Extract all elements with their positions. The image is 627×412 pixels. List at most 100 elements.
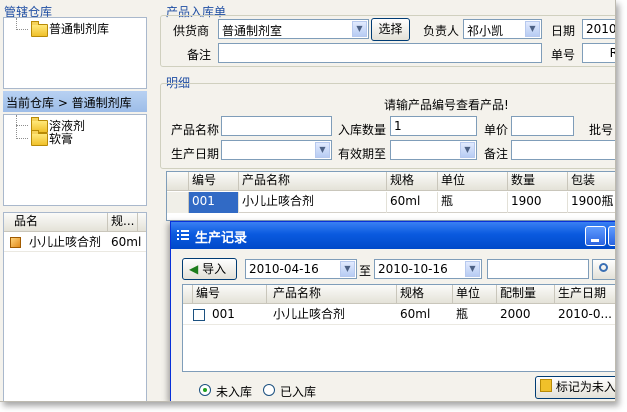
tree-item-ointment[interactable]: 软膏 — [49, 130, 73, 147]
app-window: 管辖仓库 普通制剂库 当前仓库 > 普通制剂库 溶液剂 软膏 品名 规... 小… — [0, 0, 616, 402]
date-label: 日期 — [551, 24, 576, 38]
production-record-dialog: 生产记录 ◀ 导入 2010-04-16 ▼ 至 2010-10-16 ▼ 编号 — [170, 221, 615, 401]
mark-not-in-button[interactable]: 标记为未入 — [535, 376, 615, 399]
column-header-name[interactable]: 品名 — [4, 213, 108, 231]
remark-field[interactable] — [511, 140, 615, 160]
column-header-mfg-date[interactable]: 生产日期 — [555, 285, 615, 303]
maximize-button[interactable] — [608, 226, 615, 246]
date-to-combo[interactable]: 2010-10-16 ▼ — [374, 259, 482, 279]
date-from-value: 2010-04-16 — [249, 262, 319, 276]
row-selector[interactable] — [167, 192, 189, 213]
tree-line — [16, 138, 28, 139]
column-header-code[interactable]: 编号 — [193, 285, 267, 303]
person-combo[interactable]: 祁小凯 ▼ — [463, 19, 542, 39]
cell-product[interactable]: 小儿止咳合剂 — [239, 192, 387, 213]
tag-icon — [540, 379, 552, 392]
list-icon — [177, 229, 189, 241]
radio-dot — [203, 388, 207, 392]
search-button[interactable] — [592, 259, 615, 280]
column-header-spec[interactable]: 规... — [108, 213, 138, 231]
order-field[interactable]: R — [582, 43, 615, 63]
column-header-product[interactable]: 产品名称 — [267, 285, 397, 303]
person-label: 负责人 — [423, 24, 460, 38]
table-row[interactable]: 小儿止咳合剂 60ml — [4, 233, 146, 252]
tree-line — [16, 115, 17, 139]
radio-not-in-label[interactable]: 未入库 — [216, 383, 252, 400]
supplier-value: 普通制剂室 — [222, 24, 283, 38]
cell-package[interactable]: 1900瓶 — [568, 192, 615, 213]
tree-item-warehouse[interactable]: 普通制剂库 — [49, 20, 109, 37]
cell-mfg-date: 2010-0... — [558, 307, 612, 321]
mfg-date-combo[interactable]: ▼ — [221, 140, 332, 160]
mfg-date-label: 生产日期 — [171, 147, 220, 161]
column-header-code[interactable]: 编号 — [189, 172, 239, 190]
cell-name: 小儿止咳合剂 — [29, 235, 102, 249]
folder-icon — [31, 21, 48, 37]
chevron-down-icon[interactable]: ▼ — [352, 21, 367, 37]
tree-line — [16, 125, 28, 126]
minimize-icon — [591, 239, 599, 242]
cell-code: 001 — [212, 307, 235, 321]
date-field[interactable]: 2010- — [582, 19, 615, 39]
person-value: 祁小凯 — [467, 24, 504, 38]
chevron-down-icon[interactable]: ▼ — [525, 21, 540, 37]
dialog-titlebar[interactable]: 生产记录 — [171, 222, 615, 249]
left-grid-header: 品名 规... — [4, 213, 146, 232]
radio-in-label[interactable]: 已入库 — [280, 383, 316, 400]
radio-in[interactable] — [263, 384, 275, 396]
detail-grid-header: 编号 产品名称 规格 单位 数量 包装 — [167, 172, 615, 191]
detail-grid[interactable]: 编号 产品名称 规格 单位 数量 包装 001 小儿止咳合剂 60ml 瓶 19… — [166, 171, 615, 221]
folder-icon — [31, 130, 48, 146]
tree-line — [16, 29, 28, 30]
column-header-unit[interactable]: 单位 — [453, 285, 497, 303]
chevron-down-icon[interactable]: ▼ — [460, 142, 475, 158]
cell-quantity[interactable]: 1900 — [508, 192, 568, 213]
arrow-left-icon: ◀ — [189, 262, 199, 276]
minimize-button[interactable] — [585, 226, 606, 246]
row-checkbox[interactable] — [193, 309, 205, 321]
cell-spec: 60ml — [111, 235, 142, 249]
order-label: 单号 — [551, 48, 576, 62]
supplier-label: 供货商 — [173, 24, 210, 38]
column-header-quantity[interactable]: 数量 — [508, 172, 568, 190]
column-header-package[interactable]: 包装 — [568, 172, 615, 190]
table-row[interactable]: 001 小儿止咳合剂 60ml 瓶 2000 2010-0... — [183, 305, 615, 325]
dialog-search-input[interactable] — [487, 259, 589, 279]
import-button[interactable]: ◀ 导入 — [182, 258, 237, 280]
batch-label: 批号 — [589, 123, 614, 137]
radio-not-in[interactable] — [199, 384, 211, 396]
column-header-product[interactable]: 产品名称 — [239, 172, 387, 190]
product-name-field[interactable] — [221, 116, 332, 136]
left-product-grid[interactable]: 品名 规... 小儿止咳合剂 60ml — [3, 212, 147, 401]
select-supplier-button[interactable]: 选择 — [371, 18, 410, 41]
column-header-unit[interactable]: 单位 — [438, 172, 508, 190]
import-label: 导入 — [202, 262, 227, 276]
cell-code[interactable]: 001 — [189, 192, 239, 213]
note-field[interactable] — [218, 43, 542, 63]
search-icon — [599, 263, 608, 272]
supplier-combo[interactable]: 普通制剂室 ▼ — [218, 19, 369, 39]
cell-product: 小儿止咳合剂 — [273, 307, 346, 321]
managed-warehouse-tree[interactable]: 普通制剂库 — [3, 17, 147, 89]
price-field[interactable] — [511, 116, 574, 136]
cell-unit[interactable]: 瓶 — [438, 192, 508, 213]
production-grid[interactable]: 编号 产品名称 规格 单位 配制量 生产日期 001 小儿止咳合剂 60ml 瓶… — [182, 284, 615, 372]
chevron-down-icon[interactable]: ▼ — [315, 142, 330, 158]
checkbox-header — [183, 285, 193, 303]
date-from-combo[interactable]: 2010-04-16 ▼ — [245, 259, 357, 279]
quantity-field[interactable]: 1 — [390, 116, 477, 136]
expiry-label: 有效期至 — [338, 147, 387, 161]
current-warehouse-tree[interactable]: 溶液剂 软膏 — [3, 114, 147, 206]
chevron-down-icon[interactable]: ▼ — [465, 261, 480, 277]
table-row[interactable]: 001 小儿止咳合剂 60ml 瓶 1900 1900瓶 — [167, 192, 615, 213]
hint-text: 请输产品编号查看产品! — [384, 98, 509, 112]
cell-spec[interactable]: 60ml — [387, 192, 438, 213]
production-grid-header: 编号 产品名称 规格 单位 配制量 生产日期 — [183, 285, 615, 304]
chevron-down-icon[interactable]: ▼ — [340, 261, 355, 277]
product-name-label: 产品名称 — [171, 123, 220, 137]
current-warehouse-bar: 当前仓库 > 普通制剂库 — [3, 91, 147, 112]
column-header-amount[interactable]: 配制量 — [497, 285, 555, 303]
column-header-spec[interactable]: 规格 — [387, 172, 438, 190]
expiry-combo[interactable]: ▼ — [390, 140, 477, 160]
column-header-spec[interactable]: 规格 — [397, 285, 453, 303]
